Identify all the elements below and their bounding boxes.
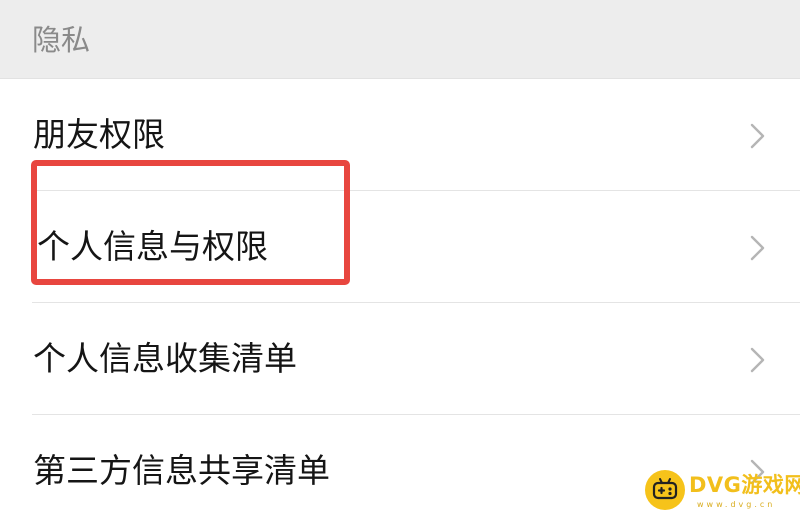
chevron-right-icon	[750, 123, 765, 149]
watermark-subtext: www.dvg.cn	[697, 500, 776, 509]
section-title: 隐私	[32, 23, 91, 57]
settings-item-personal-info-collection-list[interactable]: 个人信息收集清单	[0, 303, 800, 415]
annotation-highlight-box	[31, 160, 350, 285]
chevron-right-icon	[750, 235, 765, 261]
settings-item-label: 第三方信息共享清单	[33, 451, 330, 490]
settings-item-label: 朋友权限	[33, 115, 165, 154]
settings-item-label: 个人信息收集清单	[33, 339, 297, 378]
section-header: 隐私	[0, 0, 800, 79]
chevron-right-icon	[750, 347, 765, 373]
watermark-text: DVG游戏网	[689, 473, 800, 497]
privacy-settings-list: 朋友权限 个人信息与权限 个人信息收集清单 第三方信息共享清单	[0, 79, 800, 518]
watermark: DVG游戏网 www.dvg.cn	[645, 467, 800, 513]
watermark-badge	[645, 470, 685, 510]
gamepad-icon	[652, 478, 678, 500]
